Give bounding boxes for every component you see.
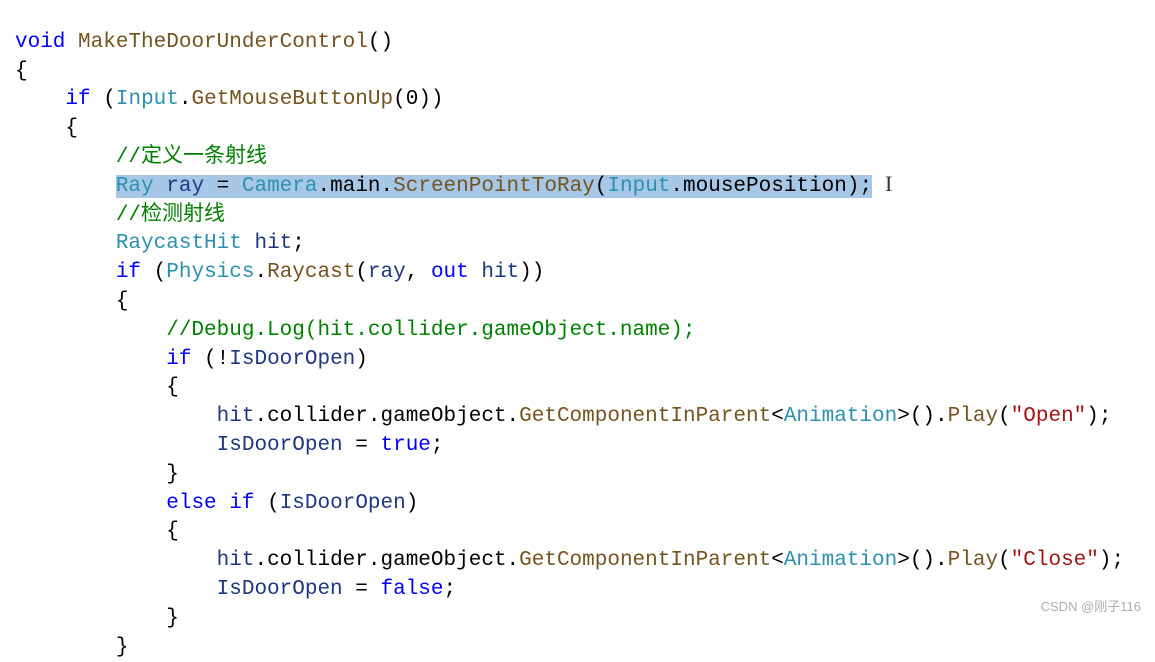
code-line: { xyxy=(15,376,179,399)
text-cursor-icon: I xyxy=(885,170,892,199)
code-line: RaycastHit hit; xyxy=(15,232,305,255)
code-line-highlighted: Ray ray = Camera.main.ScreenPointToRay(I… xyxy=(15,175,872,198)
code-line: //检测射线 xyxy=(15,204,225,227)
code-line: void MakeTheDoorUnderControl() xyxy=(15,31,393,54)
code-line: IsDoorOpen = false; xyxy=(15,578,456,601)
code-line: IsDoorOpen = true; xyxy=(15,434,444,457)
code-line: hit.collider.gameObject.GetComponentInPa… xyxy=(15,405,1112,428)
code-line: //定义一条射线 xyxy=(15,146,267,169)
code-line: { xyxy=(15,520,179,543)
code-line: if (Input.GetMouseButtonUp(0)) xyxy=(15,88,444,111)
code-line: } xyxy=(15,607,179,630)
code-line: } xyxy=(15,636,128,659)
code-line: //Debug.Log(hit.collider.gameObject.name… xyxy=(15,319,696,342)
code-line: { xyxy=(15,60,28,83)
code-line: else if (IsDoorOpen) xyxy=(15,492,418,515)
watermark: CSDN @刚子116 xyxy=(1041,593,1141,622)
code-line: hit.collider.gameObject.GetComponentInPa… xyxy=(15,549,1124,572)
code-line: { xyxy=(15,290,128,313)
code-line: } xyxy=(15,463,179,486)
code-line: { xyxy=(15,117,78,140)
code-line: if (!IsDoorOpen) xyxy=(15,348,368,371)
code-editor[interactable]: void MakeTheDoorUnderControl() { if (Inp… xyxy=(0,0,1155,662)
code-line: if (Physics.Raycast(ray, out hit)) xyxy=(15,261,544,284)
